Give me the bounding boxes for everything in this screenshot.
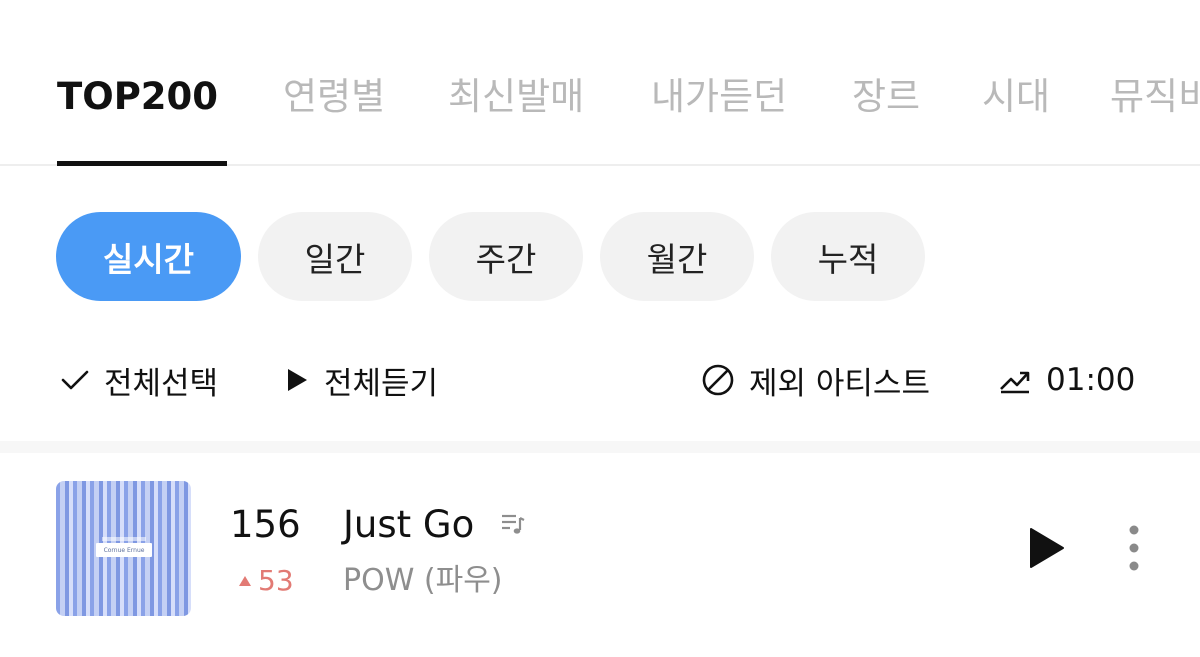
select-all-label: 전체선택 (104, 365, 219, 402)
tab-genre[interactable]: 장르 (852, 74, 920, 120)
rank-up-icon (239, 576, 251, 586)
trend-icon (1000, 371, 1030, 394)
tab-top200[interactable]: TOP200 (57, 74, 218, 120)
album-cover[interactable]: Cornue Ernue (56, 481, 191, 616)
tab-listened[interactable]: 내가듣던 (651, 74, 787, 120)
check-icon (61, 370, 89, 390)
period-chip-weekly[interactable]: 주간 (429, 212, 583, 301)
play-icon (288, 369, 307, 391)
track-play-icon[interactable] (1026, 526, 1066, 570)
track-title[interactable]: Just Go (343, 503, 474, 547)
tab-era[interactable]: 시대 (982, 74, 1050, 120)
track-artist[interactable]: POW (파우) (343, 563, 503, 599)
rank-change: 53 (238, 564, 294, 598)
chart-tab-bar: TOP200 연령별 최신발매 내가듣던 장르 시대 뮤직비 (0, 0, 1200, 166)
period-chip-cumulative[interactable]: 누적 (771, 212, 925, 301)
cover-label: Cornue Ernue (96, 543, 152, 557)
period-chip-daily[interactable]: 일간 (258, 212, 412, 301)
period-chip-realtime[interactable]: 실시간 (56, 212, 241, 301)
section-divider (0, 441, 1200, 453)
block-icon (702, 364, 734, 396)
select-all-button[interactable]: 전체선택 (60, 358, 218, 402)
chart-time-button[interactable]: 01:00 (998, 358, 1135, 402)
tab-music-video[interactable]: 뮤직비 (1110, 74, 1200, 120)
active-tab-indicator (57, 161, 227, 166)
chart-time-label: 01:00 (1046, 362, 1136, 398)
exclude-artist-label: 제외 아티스트 (749, 365, 930, 402)
period-chip-monthly[interactable]: 월간 (600, 212, 754, 301)
chart-screen: TOP200 연령별 최신발매 내가듣던 장르 시대 뮤직비 실시간 일간 주간… (0, 0, 1200, 657)
tab-new-release[interactable]: 최신발매 (448, 74, 584, 120)
cover-tag-strip (102, 537, 146, 541)
play-all-button[interactable]: 전체듣기 (284, 358, 438, 402)
tab-by-age[interactable]: 연령별 (283, 74, 385, 120)
more-options-icon[interactable] (1122, 524, 1146, 574)
rank-change-value: 53 (258, 564, 294, 597)
track-rank: 156 (230, 503, 301, 546)
exclude-artist-button[interactable]: 제외 아티스트 (701, 358, 930, 402)
lyrics-icon[interactable] (500, 511, 526, 537)
play-all-label: 전체듣기 (324, 365, 439, 402)
